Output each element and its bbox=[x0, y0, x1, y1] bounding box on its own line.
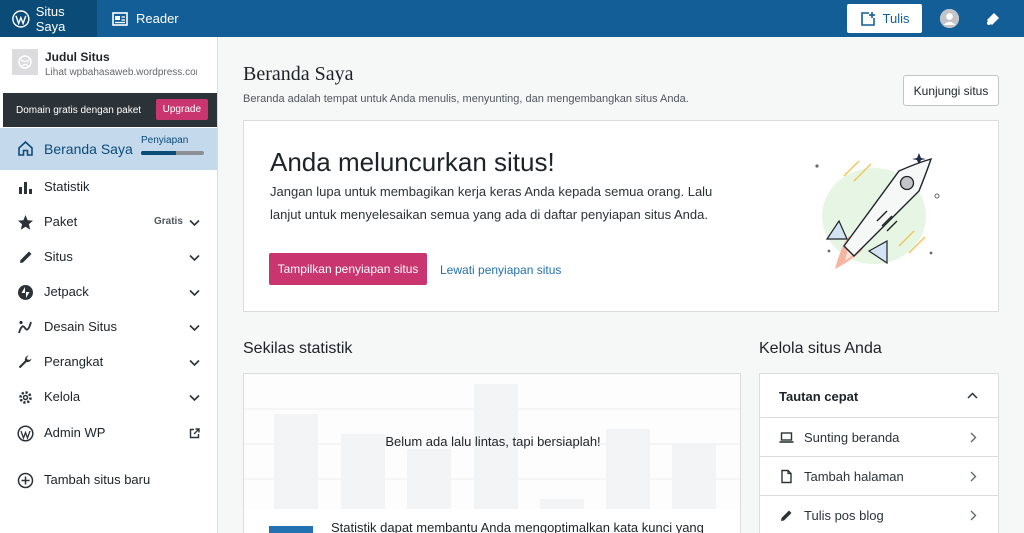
pencil-icon bbox=[781, 510, 792, 521]
site-icon bbox=[12, 49, 38, 75]
sidebar: Judul Situs Lihat wpbahasaweb.wordpress.… bbox=[0, 37, 218, 533]
gear-icon bbox=[19, 391, 32, 404]
jetpack-icon bbox=[18, 285, 33, 300]
stats-teaser-text: Statistik dapat membantu Anda mengoptima… bbox=[331, 520, 704, 533]
sidebar-item-wp-admin[interactable]: Admin WP bbox=[0, 416, 217, 451]
sidebar-item-plans[interactable]: Paket Gratis bbox=[0, 205, 217, 240]
chevron-down-icon bbox=[189, 254, 200, 262]
quick-link-label: Sunting beranda bbox=[804, 430, 900, 445]
show-site-setup-button[interactable]: Tampilkan penyiapan situs bbox=[269, 253, 427, 285]
sidebar-item-label: Kelola bbox=[44, 389, 81, 404]
main-content: Beranda Saya Beranda adalah tempat untuk… bbox=[218, 37, 1024, 533]
globe-icon bbox=[18, 55, 32, 69]
site-url[interactable]: Lihat wpbahasaweb.wordpress.com bbox=[45, 67, 197, 78]
quick-link-write-post[interactable]: Tulis pos blog bbox=[760, 496, 998, 533]
quick-link-label: Tulis pos blog bbox=[804, 508, 884, 523]
my-sites-label: Situs Saya bbox=[35, 3, 66, 34]
sidebar-item-manage[interactable]: Kelola bbox=[0, 380, 217, 415]
home-icon bbox=[18, 140, 33, 156]
skip-site-setup-link[interactable]: Lewati penyiapan situs bbox=[440, 263, 561, 277]
reader-button[interactable]: Reader bbox=[112, 0, 179, 37]
sidebar-item-label: Perangkat bbox=[44, 354, 104, 369]
quick-link-add-page[interactable]: Tambah halaman bbox=[760, 457, 998, 496]
sidebar-item-home[interactable]: Beranda Saya Penyiapan bbox=[0, 128, 217, 170]
plan-badge: Gratis bbox=[154, 216, 183, 227]
setup-progress-label: Penyiapan bbox=[141, 135, 189, 146]
pencil-icon bbox=[20, 251, 32, 263]
rocket-illustration bbox=[815, 153, 940, 269]
sidebar-item-label: Tambah situs baru bbox=[44, 472, 151, 487]
setup-progress-bar bbox=[141, 151, 204, 155]
sidebar-item-label: Beranda Saya bbox=[44, 141, 133, 157]
sidebar-item-stats[interactable]: Statistik bbox=[0, 170, 217, 205]
sidebar-item-label: Statistik bbox=[44, 179, 90, 194]
sidebar-item-design[interactable]: Desain Situs bbox=[0, 310, 217, 345]
wrench-icon bbox=[18, 355, 32, 369]
notifications-icon[interactable] bbox=[984, 10, 1002, 28]
quick-link-label: Tambah halaman bbox=[804, 469, 904, 484]
laptop-icon bbox=[779, 432, 794, 443]
wordpress-logo-icon bbox=[12, 9, 30, 28]
wordpress-icon bbox=[17, 425, 34, 442]
avatar[interactable] bbox=[940, 9, 959, 28]
write-button[interactable]: Tulis bbox=[847, 4, 922, 33]
user-icon bbox=[940, 9, 959, 28]
sidebar-item-label: Desain Situs bbox=[44, 319, 117, 334]
new-post-icon bbox=[860, 11, 875, 26]
external-link-icon bbox=[189, 428, 200, 439]
stats-icon bbox=[19, 182, 32, 194]
setup-progress-fill bbox=[141, 151, 176, 155]
sidebar-item-jetpack[interactable]: Jetpack bbox=[0, 275, 217, 310]
brush-icon bbox=[18, 320, 32, 334]
reader-label: Reader bbox=[136, 11, 179, 26]
sidebar-item-label: Paket bbox=[44, 214, 78, 229]
site-title: Judul Situs bbox=[45, 50, 110, 64]
sidebar-item-label: Admin WP bbox=[44, 425, 106, 440]
domain-banner-text: Domain gratis dengan paket bbox=[16, 104, 142, 116]
stats-section-title: Sekilas statistik bbox=[243, 340, 353, 357]
domain-upsell-banner[interactable]: Domain gratis dengan paket Upgrade bbox=[3, 93, 217, 127]
chevron-right-icon bbox=[970, 471, 977, 482]
visit-site-button[interactable]: Kunjungi situs bbox=[903, 75, 999, 106]
chevron-down-icon bbox=[189, 394, 200, 402]
top-bar: Situs Saya Reader Tulis bbox=[0, 0, 1024, 37]
launch-title: Anda meluncurkan situs! bbox=[270, 147, 555, 177]
launch-card: Anda meluncurkan situs! Jangan lupa untu… bbox=[243, 120, 999, 312]
chevron-down-icon bbox=[189, 359, 200, 367]
quick-links-card: Tautan cepat Sunting beranda Tambah hala… bbox=[759, 373, 999, 533]
chevron-right-icon bbox=[970, 432, 977, 443]
site-card[interactable]: Judul Situs Lihat wpbahasaweb.wordpress.… bbox=[0, 37, 217, 93]
page-subtitle: Beranda adalah tempat untuk Anda menulis… bbox=[243, 93, 689, 105]
launch-description: Jangan lupa untuk membagikan kerja keras… bbox=[270, 184, 713, 222]
sidebar-item-tools[interactable]: Perangkat bbox=[0, 345, 217, 380]
sidebar-item-add-site[interactable]: Tambah situs baru bbox=[0, 463, 217, 498]
manage-section-title: Kelola situs Anda bbox=[759, 340, 882, 357]
sidebar-item-label: Jetpack bbox=[44, 284, 89, 299]
chevron-down-icon bbox=[189, 324, 200, 332]
page-icon bbox=[781, 469, 792, 484]
my-sites-button[interactable]: Situs Saya bbox=[0, 0, 97, 37]
stats-teaser-icon bbox=[269, 526, 313, 533]
plus-circle-icon bbox=[17, 472, 34, 489]
sidebar-item-label: Situs bbox=[44, 249, 73, 264]
chevron-up-icon bbox=[967, 392, 978, 399]
quick-links-header[interactable]: Tautan cepat bbox=[760, 374, 998, 418]
write-label: Tulis bbox=[882, 11, 910, 26]
stats-empty-message: Belum ada lalu lintas, tapi bersiaplah! bbox=[385, 434, 601, 449]
page-title: Beranda Saya bbox=[243, 63, 354, 85]
chevron-right-icon bbox=[970, 510, 977, 521]
quick-links-title: Tautan cepat bbox=[779, 389, 859, 404]
upgrade-button[interactable]: Upgrade bbox=[155, 99, 208, 120]
quick-link-edit-homepage[interactable]: Sunting beranda bbox=[760, 418, 998, 457]
chevron-down-icon bbox=[189, 219, 200, 227]
chevron-down-icon bbox=[189, 289, 200, 297]
star-icon bbox=[18, 215, 33, 230]
sidebar-item-site[interactable]: Situs bbox=[0, 240, 217, 275]
stats-card: Belum ada lalu lintas, tapi bersiaplah! … bbox=[243, 373, 741, 533]
reader-icon bbox=[112, 11, 128, 26]
